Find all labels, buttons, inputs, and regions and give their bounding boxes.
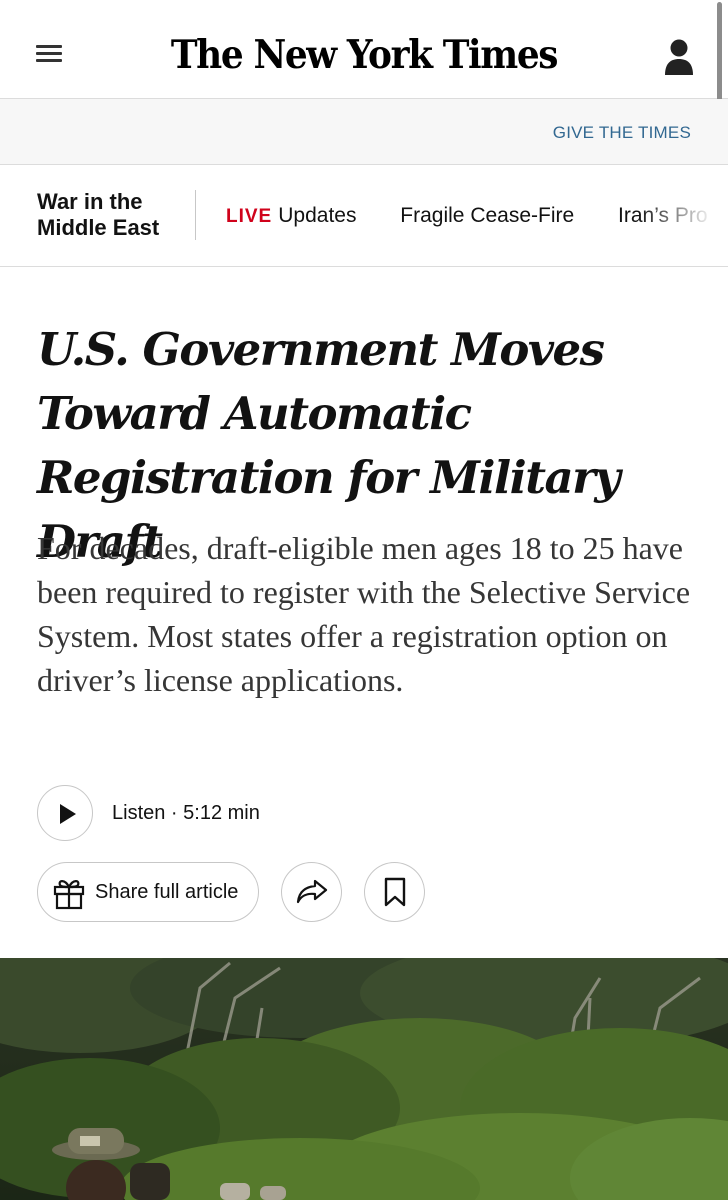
- bookmark-icon: [384, 877, 405, 907]
- masthead: The New York Times: [0, 0, 728, 155]
- topic-item-live-updates[interactable]: LIVE Updates: [226, 204, 356, 228]
- nav-fade: [638, 165, 728, 265]
- listen-duration[interactable]: Listen · 5:12 min: [112, 802, 260, 825]
- article-summary: For decades, draft-eligible men ages 18 …: [37, 530, 691, 698]
- live-tag: LIVE: [226, 206, 273, 227]
- article-lead-photo[interactable]: [0, 958, 728, 1200]
- give-banner: GIVE THE TIMES: [0, 99, 728, 165]
- share-arrow-icon: [296, 879, 327, 904]
- topic-item-label: Updates: [278, 204, 357, 227]
- play-icon: [60, 804, 76, 824]
- play-audio-button[interactable]: [37, 785, 93, 841]
- share-button[interactable]: [281, 862, 342, 922]
- nyt-logo[interactable]: The New York Times: [29, 32, 699, 78]
- give-the-times-link[interactable]: GIVE THE TIMES: [553, 123, 691, 143]
- topic-title[interactable]: War in the Middle East: [37, 189, 187, 241]
- share-label: Share full article: [95, 881, 239, 903]
- share-full-article-button[interactable]: Share full article: [37, 862, 259, 922]
- save-button[interactable]: [364, 862, 425, 922]
- gift-icon: [52, 876, 86, 915]
- article-page: The New York Times GIVE THE TIMES War in…: [0, 0, 728, 1200]
- topic-nav: War in the Middle East LIVE Updates Fragi…: [0, 165, 728, 267]
- topic-divider: [195, 190, 196, 240]
- user-account-icon[interactable]: [664, 38, 694, 76]
- topic-item-cease-fire[interactable]: Fragile Cease-Fire: [400, 204, 574, 228]
